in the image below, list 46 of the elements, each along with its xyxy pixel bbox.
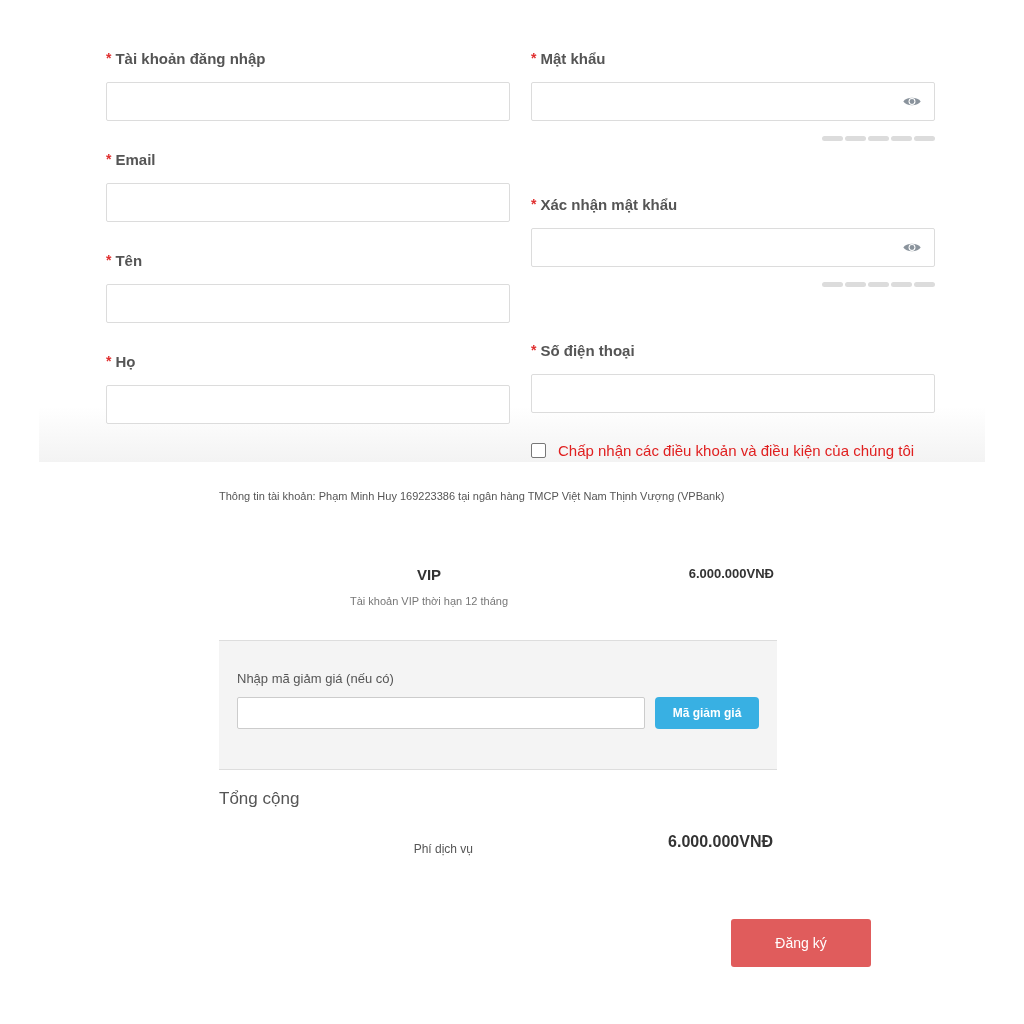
account-info: Thông tin tài khoản: Phạm Minh Huy 169223386 tại ngân hàng TMCP Việt Nam Thịnh Vượng (VPBank) — [219, 490, 726, 502]
field-label: Mật khẩu — [540, 49, 606, 67]
eye-icon[interactable] — [902, 241, 922, 254]
strength-segment — [868, 136, 889, 141]
package-description: Tài khoản VIP thời hạn 12 tháng — [349, 595, 509, 607]
register-button[interactable]: Đăng ký — [731, 919, 871, 967]
package-name: VIP — [416, 566, 442, 583]
field-label: Họ — [115, 352, 136, 370]
strength-segment — [914, 136, 935, 141]
field-label: Số điện thoại — [540, 341, 635, 359]
field-label: Tài khoản đăng nhập — [115, 49, 266, 67]
strength-segment — [914, 282, 935, 287]
input-field[interactable] — [106, 284, 510, 323]
checkbox[interactable] — [531, 443, 546, 458]
fee-label: Phí dịch vụ — [412, 842, 473, 856]
required-mark: * — [106, 353, 112, 369]
strength-segment — [845, 136, 866, 141]
input-field[interactable] — [531, 374, 935, 413]
required-mark: * — [106, 151, 112, 167]
required-mark: * — [106, 252, 112, 268]
input-field[interactable] — [106, 183, 510, 222]
strength-segment — [868, 282, 889, 287]
terms-label: Chấp nhận các điều khoản và điều kiện của chúng tôi — [558, 442, 915, 459]
input-field[interactable] — [106, 385, 510, 424]
strength-segment — [845, 282, 866, 287]
discount-label: Nhập mã giảm giá (nếu có) — [237, 671, 395, 686]
strength-segment — [891, 136, 912, 141]
strength-segment — [822, 282, 843, 287]
field-label: Tên — [115, 251, 143, 269]
field-label: Email — [115, 150, 156, 168]
required-mark: * — [531, 196, 537, 212]
discount-input[interactable] — [237, 697, 645, 729]
required-mark: * — [531, 342, 537, 358]
strength-segment — [822, 136, 843, 141]
required-mark: * — [531, 50, 537, 66]
package-price: 6.000.000VNĐ — [687, 566, 775, 583]
total-title: Tổng cộng — [219, 789, 301, 809]
discount-button[interactable]: Mã giảm giá — [655, 697, 759, 729]
field-label: Xác nhận mật khẩu — [540, 195, 678, 213]
input-field[interactable] — [106, 82, 510, 121]
eye-icon[interactable] — [902, 95, 922, 108]
input-field[interactable] — [531, 228, 935, 267]
required-mark: * — [106, 50, 112, 66]
total-amount: 6.000.000VNĐ — [667, 833, 774, 851]
strength-segment — [891, 282, 912, 287]
input-field[interactable] — [531, 82, 935, 121]
